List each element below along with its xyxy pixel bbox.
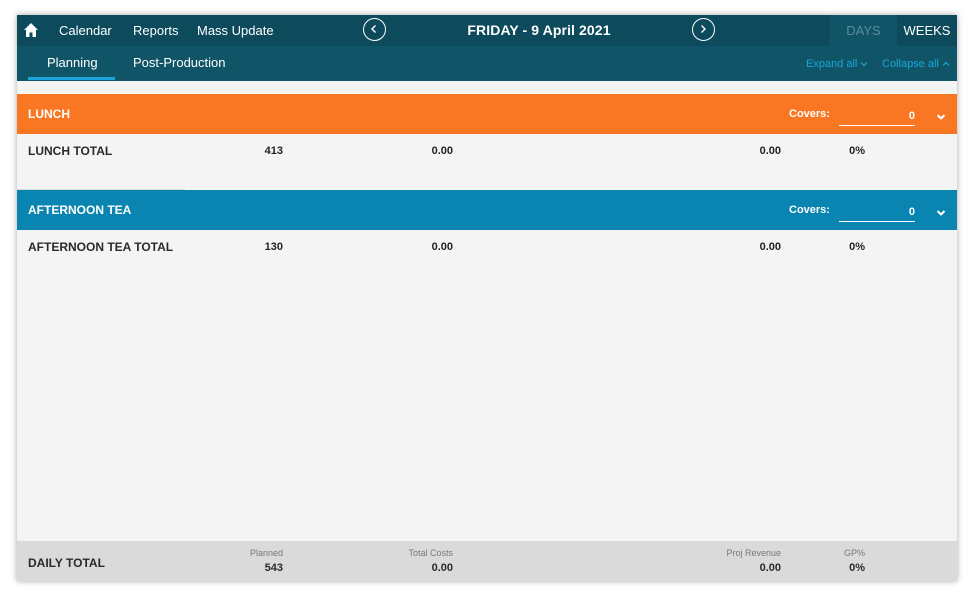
section-title: AFTERNOON TEA [28, 203, 132, 217]
expand-all-label: Expand all [806, 58, 858, 70]
weeks-view-toggle[interactable]: WEEKS [897, 15, 957, 46]
chevron-up-icon [942, 61, 950, 67]
current-date-title: FRIDAY - 9 April 2021 [467, 22, 611, 38]
gp-percent-total-value: 0% [849, 562, 865, 574]
nav-calendar-link[interactable]: Calendar [59, 23, 112, 38]
home-icon[interactable] [23, 22, 39, 38]
chevron-right-icon [701, 25, 706, 33]
section-total-row: AFTERNOON TEA TOTAL 130 0.00 0.00 0% [17, 230, 957, 270]
section-title: LUNCH [28, 107, 70, 121]
section-header-afternoon-tea[interactable]: AFTERNOON TEA Covers: 0 [17, 190, 957, 230]
collapse-all-label: Collapse all [882, 58, 939, 70]
total-costs-value: 0.00 [431, 145, 453, 157]
proj-revenue-label: Proj Revenue [726, 548, 781, 558]
section-header-lunch[interactable]: LUNCH Covers: 0 [17, 94, 957, 134]
section-toggle-chevron-down-icon[interactable] [936, 204, 946, 222]
planned-total-value: 543 [264, 562, 283, 574]
days-view-toggle[interactable]: DAYS [830, 15, 897, 46]
planned-value: 413 [264, 145, 283, 157]
expand-all-link[interactable]: Expand all [806, 58, 868, 70]
tab-bar: Planning Post-Production Expand all Coll… [17, 46, 957, 81]
planned-value: 130 [264, 241, 283, 253]
tab-post-production[interactable]: Post-Production [133, 55, 226, 70]
total-costs-value: 0.00 [431, 241, 453, 253]
gp-percent-value: 0% [849, 145, 865, 157]
proj-revenue-value: 0.00 [759, 145, 781, 157]
previous-day-button[interactable] [363, 18, 386, 41]
covers-input[interactable]: 0 [839, 201, 915, 222]
daily-total-label: DAILY TOTAL [28, 556, 105, 570]
total-row-label: AFTERNOON TEA TOTAL [28, 240, 174, 254]
proj-revenue-value: 0.00 [759, 241, 781, 253]
tab-planning[interactable]: Planning [47, 55, 98, 70]
covers-label: Covers: [789, 204, 830, 216]
gp-percent-value: 0% [849, 241, 865, 253]
total-costs-label: Total Costs [408, 548, 453, 558]
gp-percent-label: GP% [843, 548, 865, 558]
proj-revenue-total-value: 0.00 [759, 562, 781, 574]
nav-mass-update-link[interactable]: Mass Update [197, 23, 274, 38]
collapse-all-link[interactable]: Collapse all [882, 58, 950, 70]
daily-total-footer: DAILY TOTAL Planned 543 Total Costs 0.00… [17, 541, 957, 581]
section-total-row: LUNCH TOTAL 413 0.00 0.00 0% [17, 134, 957, 174]
covers-value: 0 [908, 110, 915, 122]
next-day-button[interactable] [692, 18, 715, 41]
covers-label: Covers: [789, 108, 830, 120]
total-costs-total-value: 0.00 [431, 562, 453, 574]
covers-value: 0 [908, 206, 915, 218]
chevron-down-icon [860, 62, 868, 67]
chevron-left-icon [371, 25, 376, 33]
section-toggle-chevron-down-icon[interactable] [936, 108, 946, 126]
nav-reports-link[interactable]: Reports [133, 23, 179, 38]
total-row-label: LUNCH TOTAL [28, 144, 113, 158]
planned-label: Planned [249, 548, 283, 558]
covers-input[interactable]: 0 [839, 105, 915, 126]
planning-window: Calendar Reports Mass Update FRIDAY - 9 … [17, 15, 957, 581]
top-navigation-bar: Calendar Reports Mass Update FRIDAY - 9 … [17, 15, 957, 46]
active-tab-indicator [28, 77, 115, 80]
